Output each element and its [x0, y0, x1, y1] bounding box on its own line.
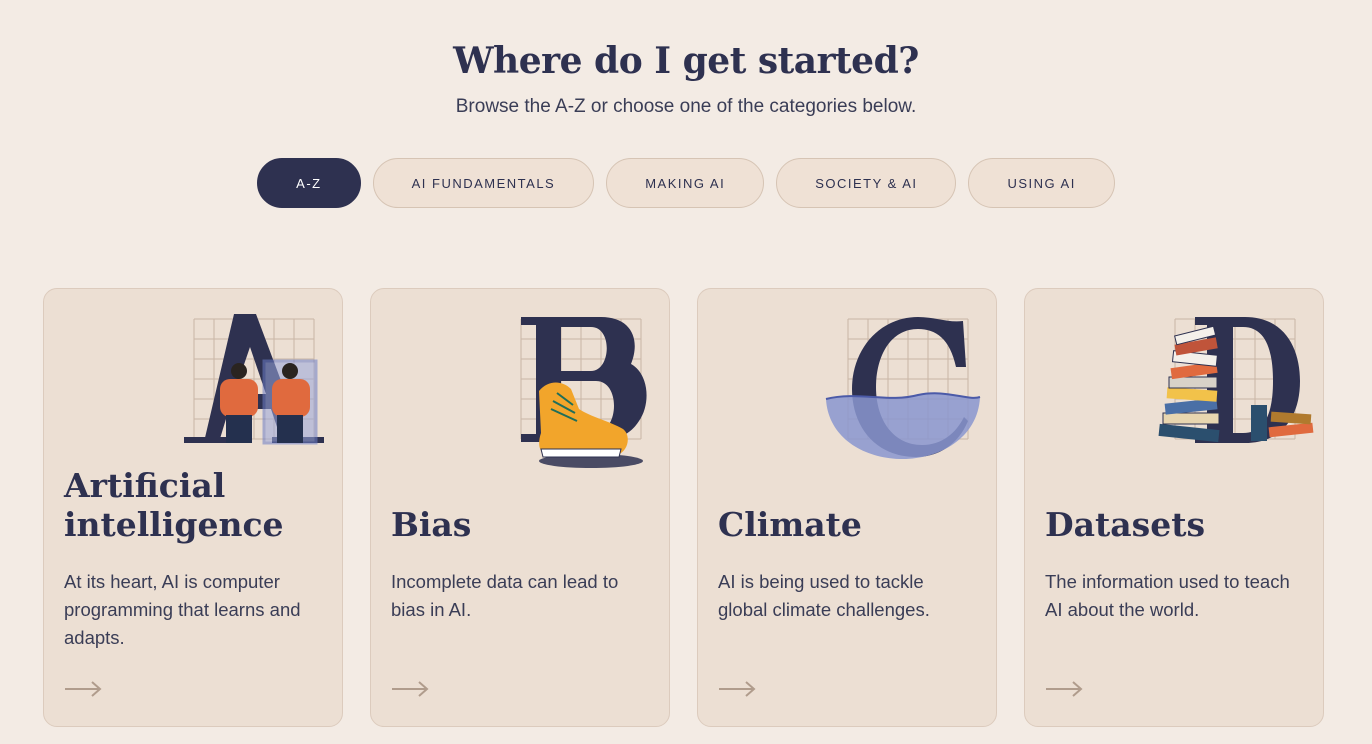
category-tabs: A-Z AI FUNDAMENTALS MAKING AI SOCIETY & … [0, 158, 1372, 208]
card-climate[interactable]: Climate AI is being used to tackle globa… [697, 288, 997, 727]
arrow-right-icon[interactable] [1045, 680, 1083, 698]
card-description: Incomplete data can lead to bias in AI. [391, 571, 619, 620]
card-datasets[interactable]: Datasets The information used to teach A… [1024, 288, 1324, 727]
tab-society-ai[interactable]: SOCIETY & AI [776, 158, 957, 208]
sneaker-illustration [520, 317, 647, 468]
tab-making-ai[interactable]: MAKING AI [606, 158, 765, 208]
card-title: Climate [718, 505, 862, 544]
water-bowl-illustration [825, 317, 981, 459]
card-title: Datasets [1045, 505, 1206, 544]
page-title: Where do I get started? [453, 40, 919, 82]
arrow-right-icon[interactable] [64, 680, 102, 698]
arrow-right-icon[interactable] [718, 680, 756, 698]
page-subtitle: Browse the A-Z or choose one of the cate… [455, 96, 917, 117]
tab-ai-fundamentals[interactable]: AI FUNDAMENTALS [372, 158, 595, 208]
card-title: Bias [391, 505, 472, 544]
people-mirror-illustration [184, 314, 324, 445]
card-title: Artificial intelligence [64, 466, 284, 544]
card-description: The information used to teach AI about t… [1045, 571, 1290, 620]
card-description: AI is being used to tackle global climat… [718, 571, 930, 620]
tab-using-ai[interactable]: USING AI [968, 158, 1115, 208]
water-bowl [826, 393, 980, 459]
book-stack-illustration [1158, 317, 1314, 443]
card-description: At its heart, AI is computer programming… [64, 571, 301, 648]
card-bias[interactable]: Bias Incomplete data can lead to bias in… [370, 288, 670, 727]
tab-a-z[interactable]: A-Z [257, 158, 361, 208]
card-artificial-intelligence[interactable]: Artificial intelligence At its heart, AI… [43, 288, 343, 727]
arrow-right-icon[interactable] [391, 680, 429, 698]
